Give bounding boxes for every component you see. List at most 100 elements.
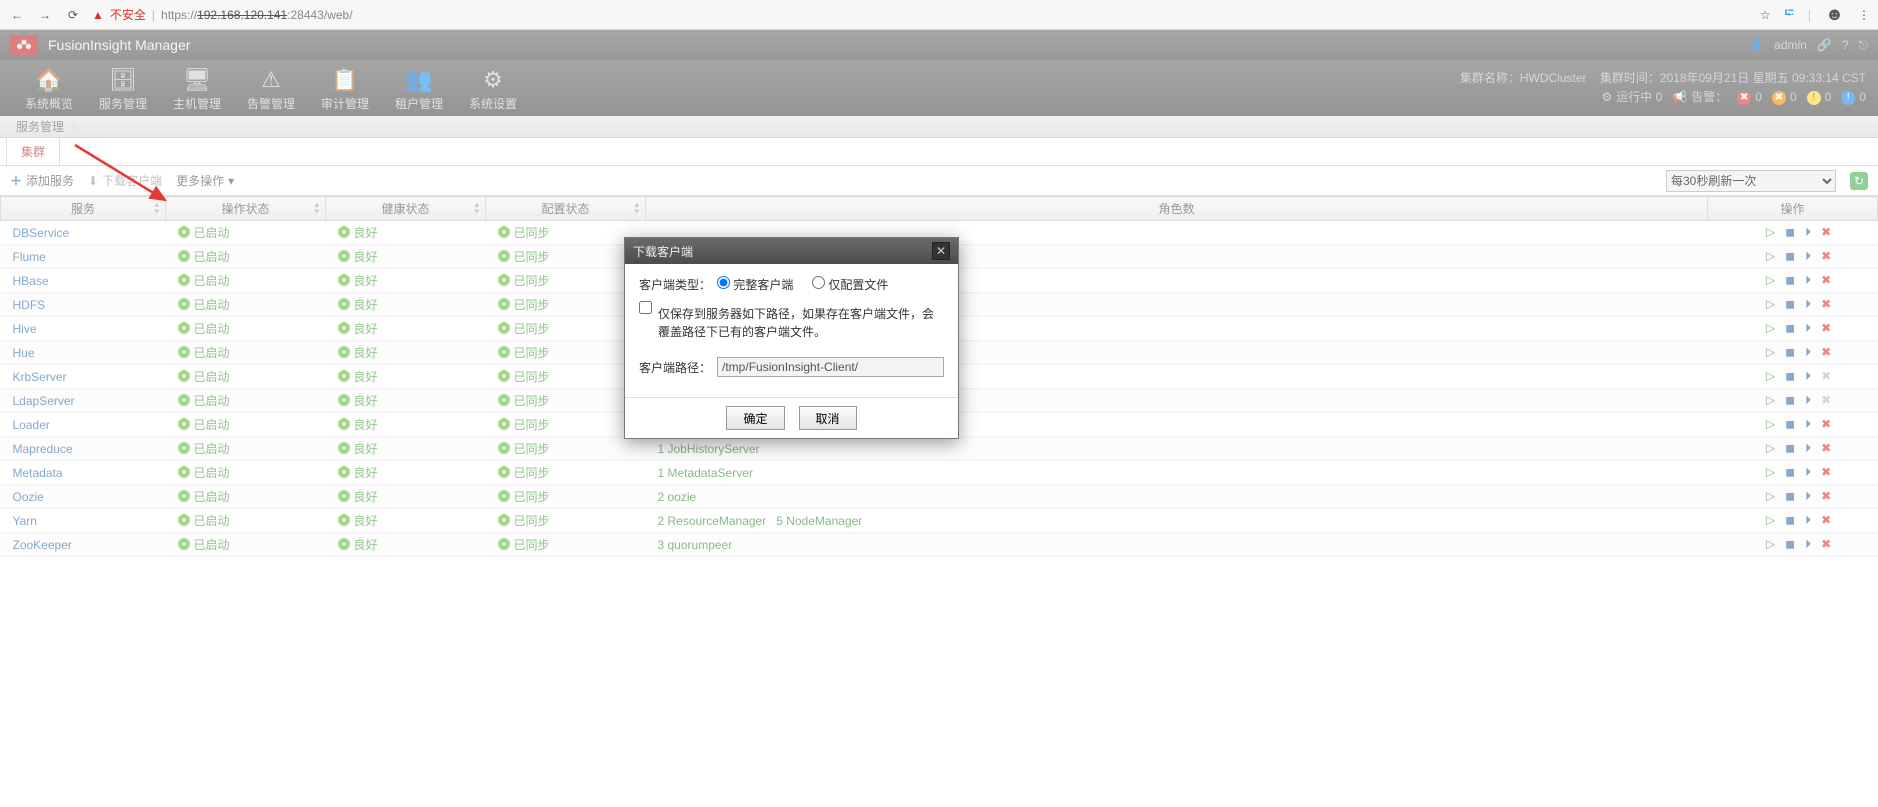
- delete-icon[interactable]: ✖: [1821, 441, 1831, 456]
- stop-icon[interactable]: ◼: [1785, 441, 1795, 456]
- nav-item-2[interactable]: 🖥主机管理: [160, 65, 234, 112]
- service-link[interactable]: DBService: [13, 226, 70, 240]
- stop-icon[interactable]: ◼: [1785, 297, 1795, 312]
- nav-item-1[interactable]: 🗄服务管理: [86, 65, 160, 112]
- delete-icon[interactable]: ✖: [1821, 297, 1831, 312]
- service-link[interactable]: Metadata: [13, 466, 63, 480]
- delete-icon[interactable]: ✖: [1821, 417, 1831, 432]
- star-icon[interactable]: ☆: [1760, 8, 1771, 22]
- delete-icon[interactable]: ✖: [1821, 225, 1831, 240]
- tab-cluster[interactable]: 集群: [6, 137, 60, 165]
- stop-icon[interactable]: ◼: [1785, 273, 1795, 288]
- alarm-major[interactable]: ✖0: [1772, 88, 1797, 107]
- start-icon[interactable]: ▷: [1766, 393, 1775, 408]
- nav-item-0[interactable]: 🏠系统概览: [12, 65, 86, 112]
- cancel-button[interactable]: 取消: [799, 406, 857, 430]
- delete-icon[interactable]: ✖: [1821, 345, 1831, 360]
- service-link[interactable]: Loader: [13, 418, 50, 432]
- restart-icon[interactable]: ⏵: [1805, 273, 1811, 288]
- refresh-interval-select[interactable]: 每30秒刷新一次: [1666, 170, 1836, 192]
- link-icon[interactable]: 🔗: [1817, 38, 1832, 52]
- close-icon[interactable]: ✕: [932, 242, 950, 260]
- start-icon[interactable]: ▷: [1766, 513, 1775, 528]
- restart-icon[interactable]: ⏵: [1805, 489, 1811, 504]
- service-link[interactable]: Mapreduce: [13, 442, 73, 456]
- restart-icon[interactable]: ⏵: [1805, 393, 1811, 408]
- nav-item-4[interactable]: 📋审计管理: [308, 65, 382, 112]
- radio-config-only[interactable]: 仅配置文件: [812, 276, 888, 293]
- service-link[interactable]: LdapServer: [13, 394, 75, 408]
- nav-item-6[interactable]: ⚙系统设置: [456, 65, 530, 112]
- stop-icon[interactable]: ◼: [1785, 465, 1795, 480]
- radio-full-client[interactable]: 完整客户端: [717, 276, 793, 293]
- forward-icon[interactable]: →: [36, 6, 54, 24]
- nav-item-3[interactable]: ⚠告警管理: [234, 65, 308, 112]
- delete-icon[interactable]: ✖: [1821, 513, 1831, 528]
- stop-icon[interactable]: ◼: [1785, 369, 1795, 384]
- col-config[interactable]: 配置状态▴▾: [486, 197, 646, 221]
- stop-icon[interactable]: ◼: [1785, 249, 1795, 264]
- delete-icon[interactable]: ✖: [1821, 249, 1831, 264]
- nav-item-5[interactable]: 👥租户管理: [382, 65, 456, 112]
- client-path-input[interactable]: [717, 357, 944, 377]
- alarm-minor[interactable]: !0: [1807, 88, 1832, 107]
- breadcrumb-seg[interactable]: 服务管理: [6, 118, 74, 135]
- user-name[interactable]: admin: [1774, 38, 1807, 52]
- service-link[interactable]: Oozie: [13, 490, 44, 504]
- delete-icon[interactable]: ✖: [1821, 321, 1831, 336]
- stop-icon[interactable]: ◼: [1785, 537, 1795, 552]
- start-icon[interactable]: ▷: [1766, 537, 1775, 552]
- restart-icon[interactable]: ⏵: [1805, 441, 1811, 456]
- stop-icon[interactable]: ◼: [1785, 489, 1795, 504]
- stop-icon[interactable]: ◼: [1785, 417, 1795, 432]
- delete-icon[interactable]: ✖: [1821, 489, 1831, 504]
- translate-icon[interactable]: ⮓: [1785, 4, 1794, 25]
- start-icon[interactable]: ▷: [1766, 417, 1775, 432]
- start-icon[interactable]: ▷: [1766, 465, 1775, 480]
- service-link[interactable]: KrbServer: [13, 370, 67, 384]
- start-icon[interactable]: ▷: [1766, 441, 1775, 456]
- restart-icon[interactable]: ⏵: [1805, 465, 1811, 480]
- save-to-server-checkbox[interactable]: [639, 301, 652, 314]
- alarm-info[interactable]: !0: [1841, 88, 1866, 107]
- service-link[interactable]: Hive: [13, 322, 37, 336]
- restart-icon[interactable]: ⏵: [1805, 249, 1811, 264]
- start-icon[interactable]: ▷: [1766, 273, 1775, 288]
- restart-icon[interactable]: ⏵: [1805, 417, 1811, 432]
- col-health[interactable]: 健康状态▴▾: [326, 197, 486, 221]
- stop-icon[interactable]: ◼: [1785, 393, 1795, 408]
- restart-icon[interactable]: ⏵: [1805, 537, 1811, 552]
- start-icon[interactable]: ▷: [1766, 225, 1775, 240]
- stop-icon[interactable]: ◼: [1785, 321, 1795, 336]
- restart-icon[interactable]: ⏵: [1805, 297, 1811, 312]
- service-link[interactable]: Hue: [13, 346, 35, 360]
- restart-icon[interactable]: ⏵: [1805, 369, 1811, 384]
- start-icon[interactable]: ▷: [1766, 321, 1775, 336]
- start-icon[interactable]: ▷: [1766, 489, 1775, 504]
- restart-icon[interactable]: ⏵: [1805, 345, 1811, 360]
- restart-icon[interactable]: ⏵: [1805, 225, 1811, 240]
- more-actions-button[interactable]: 更多操作 ▾: [176, 172, 234, 189]
- alarm-critical[interactable]: ✖0: [1737, 88, 1762, 107]
- service-link[interactable]: HBase: [13, 274, 49, 288]
- reload-icon[interactable]: ⟳: [64, 6, 82, 24]
- menu-icon[interactable]: ⋮: [1858, 8, 1870, 22]
- account-icon[interactable]: ☻: [1825, 4, 1844, 25]
- start-icon[interactable]: ▷: [1766, 345, 1775, 360]
- back-icon[interactable]: ←: [8, 6, 26, 24]
- delete-icon[interactable]: ✖: [1821, 273, 1831, 288]
- service-link[interactable]: HDFS: [13, 298, 46, 312]
- restart-icon[interactable]: ⏵: [1805, 321, 1811, 336]
- logout-icon[interactable]: ⎋: [1859, 38, 1869, 53]
- address-bar[interactable]: ▲ 不安全 | https://192.168.120.141:28443/we…: [92, 6, 1750, 23]
- start-icon[interactable]: ▷: [1766, 249, 1775, 264]
- restart-icon[interactable]: ⏵: [1805, 513, 1811, 528]
- service-link[interactable]: Yarn: [13, 514, 37, 528]
- col-op[interactable]: 操作状态▴▾: [166, 197, 326, 221]
- stop-icon[interactable]: ◼: [1785, 225, 1795, 240]
- add-service-button[interactable]: ＋添加服务: [10, 172, 74, 189]
- download-client-button[interactable]: ⬇下载客户端: [88, 172, 162, 189]
- stop-icon[interactable]: ◼: [1785, 345, 1795, 360]
- service-link[interactable]: Flume: [13, 250, 46, 264]
- refresh-button[interactable]: ↻: [1850, 172, 1868, 190]
